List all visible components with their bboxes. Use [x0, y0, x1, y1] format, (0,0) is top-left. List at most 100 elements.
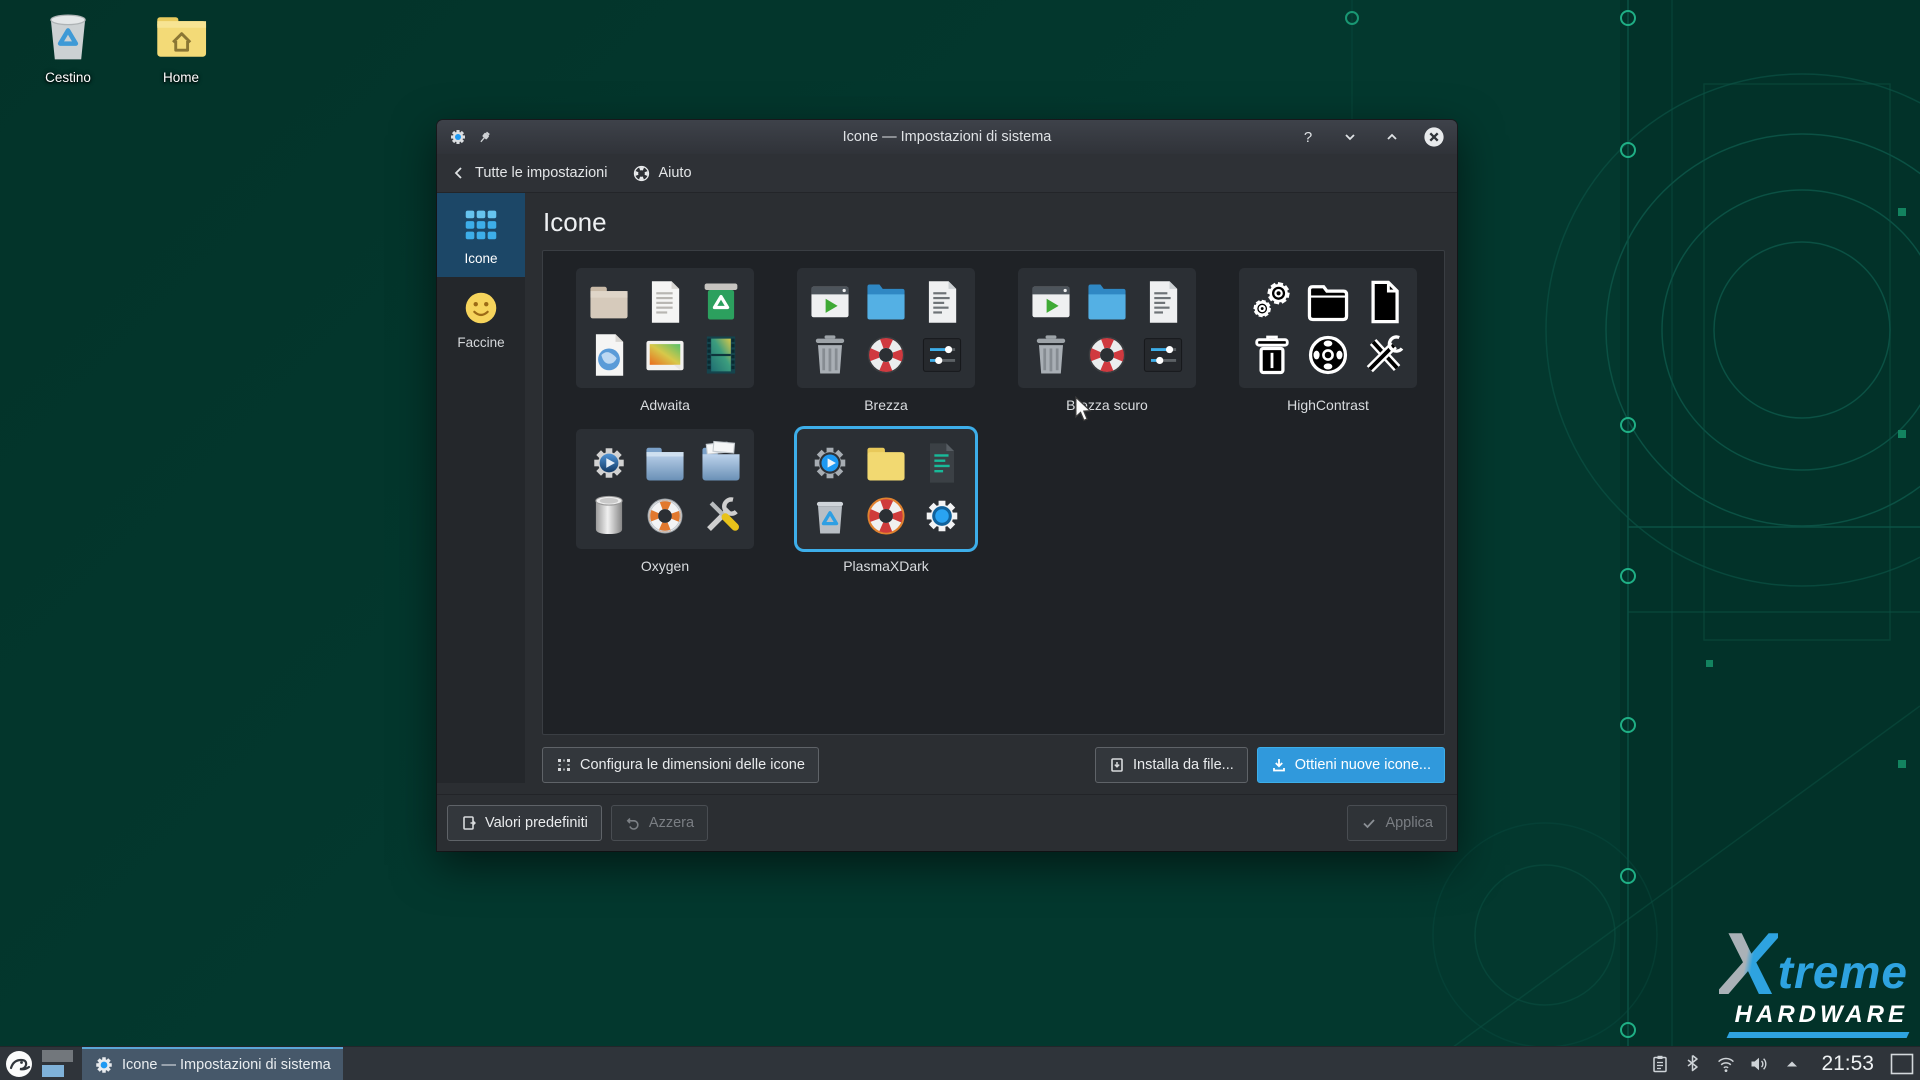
reset-label: Azzera [649, 815, 694, 831]
back-all-settings-button[interactable]: Tutte le impostazioni [451, 165, 607, 181]
tray-volume-icon[interactable] [1749, 1054, 1769, 1074]
bz-trash-icon [1027, 331, 1075, 379]
pin-icon[interactable] [477, 130, 492, 145]
bz-media-icon [1027, 278, 1075, 326]
oxy-folder2-icon [697, 439, 745, 487]
sidebar-item-faccine[interactable]: Faccine [437, 277, 525, 361]
theme-label: Brezza scuro [1018, 397, 1196, 413]
desktop-icon-cestino[interactable]: Cestino [18, 8, 118, 85]
systemsettings-gear-icon [449, 128, 467, 146]
systemsettings-gear-icon [94, 1055, 114, 1075]
virtual-desktop-pager[interactable] [38, 1047, 78, 1080]
maximize-button[interactable] [1381, 126, 1403, 148]
task-label: Icone — Impostazioni di sistema [122, 1057, 331, 1073]
show-desktop-button[interactable] [1890, 1053, 1914, 1075]
theme-label: Oxygen [576, 558, 754, 574]
adw-folder-icon [585, 278, 633, 326]
bz-media-icon [806, 278, 854, 326]
tray-bluetooth-icon[interactable] [1683, 1054, 1703, 1074]
clock[interactable]: 21:53 [1821, 1052, 1874, 1076]
tray-wifi-icon[interactable] [1716, 1054, 1736, 1074]
tray-expand-icon[interactable] [1782, 1054, 1802, 1074]
pxd-folder-icon [862, 439, 910, 487]
theme-preview[interactable] [576, 268, 754, 388]
theme-label: PlasmaXDark [797, 558, 975, 574]
theme-label: HighContrast [1239, 397, 1417, 413]
help-menu-button[interactable]: Aiuto [633, 165, 691, 182]
opensuse-geeko-icon [5, 1050, 33, 1078]
desk-trash-icon [39, 8, 97, 66]
get-new-label: Ottieni nuove icone... [1295, 757, 1431, 773]
theme-highcontrast[interactable]: HighContrast [1239, 268, 1417, 413]
theme-plasmaxdark[interactable]: PlasmaXDark [797, 429, 975, 574]
apply-label: Applica [1385, 815, 1433, 831]
adw-globe-icon [585, 331, 633, 379]
theme-preview[interactable] [576, 429, 754, 549]
mouse-cursor [1072, 396, 1094, 422]
system-settings-window: Icone — Impostazioni di sistema ? Tutte … [437, 120, 1457, 851]
adw-doc-icon [641, 278, 689, 326]
bz-trash-icon [806, 331, 854, 379]
defaults-label: Valori predefiniti [485, 815, 588, 831]
window-titlebar[interactable]: Icone — Impostazioni di sistema ? [437, 120, 1457, 154]
theme-adwaita[interactable]: Adwaita [576, 268, 754, 413]
hc-gears-icon [1248, 278, 1296, 326]
theme-oxygen[interactable]: Oxygen [576, 429, 754, 574]
configure-label: Configura le dimensioni delle icone [580, 757, 805, 773]
minimize-button[interactable] [1339, 126, 1361, 148]
bz-buoy-icon [1083, 331, 1131, 379]
sidebar-item-label: Faccine [457, 335, 504, 350]
hc-tools-icon [1360, 331, 1408, 379]
theme-preview[interactable] [1018, 268, 1196, 388]
install-from-file-button[interactable]: Installa da file... [1095, 747, 1248, 783]
xtreme-hardware-logo: Xtreme HARDWARE [1628, 930, 1908, 1038]
resize-grid-icon [556, 757, 572, 773]
theme-list-view: Adwaita Brezza Brezza scuro HighContrast Oxy… [542, 250, 1445, 735]
oxy-trash-icon [585, 492, 633, 540]
adw-image-icon [641, 331, 689, 379]
desktop-icon-home[interactable]: Home [131, 8, 231, 85]
undo-icon [625, 815, 641, 831]
download-icon [1271, 757, 1287, 773]
window-toolbar: Tutte le impostazioni Aiuto [437, 154, 1457, 193]
theme-preview[interactable] [1239, 268, 1417, 388]
oxy-folder-icon [641, 439, 689, 487]
page-title: Icone [543, 207, 1445, 238]
logo-hardware-text: HARDWARE [1628, 1001, 1908, 1029]
logo-x-letter: X [1719, 930, 1778, 999]
apply-button[interactable]: Applica [1347, 805, 1447, 841]
theme-preview[interactable] [797, 268, 975, 388]
taskbar: Icone — Impostazioni di sistema 21:53 [0, 1046, 1920, 1080]
reset-button[interactable]: Azzera [611, 805, 708, 841]
sidebar: Icone Faccine [437, 193, 525, 783]
desktop-icon-label: Cestino [18, 70, 118, 85]
app-launcher-button[interactable] [0, 1047, 38, 1080]
hc-doc-icon [1360, 278, 1408, 326]
desktop-icon-label: Home [131, 70, 231, 85]
import-file-icon [1109, 757, 1125, 773]
bz-sliders-icon [1139, 331, 1187, 379]
theme-brezza[interactable]: Brezza [797, 268, 975, 413]
system-tray: 21:53 [1650, 1047, 1920, 1080]
bz-folder-icon [1083, 278, 1131, 326]
theme-brezza-scuro[interactable]: Brezza scuro [1018, 268, 1196, 413]
grid-icon [460, 203, 502, 245]
adw-film-icon [697, 331, 745, 379]
close-button[interactable] [1423, 126, 1445, 148]
sidebar-item-icone[interactable]: Icone [437, 193, 525, 277]
theme-preview[interactable] [797, 429, 975, 549]
pxd-bin-icon [806, 492, 854, 540]
get-new-icons-button[interactable]: Ottieni nuove icone... [1257, 747, 1445, 783]
taskbar-task-system-settings[interactable]: Icone — Impostazioni di sistema [82, 1047, 343, 1080]
pxd-gear-icon [806, 439, 854, 487]
configure-icon-sizes-button[interactable]: Configura le dimensioni delle icone [542, 747, 819, 783]
install-label: Installa da file... [1133, 757, 1234, 773]
hc-trash-icon [1248, 331, 1296, 379]
oxy-tools-icon [697, 492, 745, 540]
oxy-buoy-icon [641, 492, 689, 540]
bz-buoy-icon [862, 331, 910, 379]
help-button[interactable]: ? [1297, 126, 1319, 148]
bz-doc-icon [1139, 278, 1187, 326]
tray-clipboard-icon[interactable] [1650, 1054, 1670, 1074]
defaults-button[interactable]: Valori predefiniti [447, 805, 602, 841]
